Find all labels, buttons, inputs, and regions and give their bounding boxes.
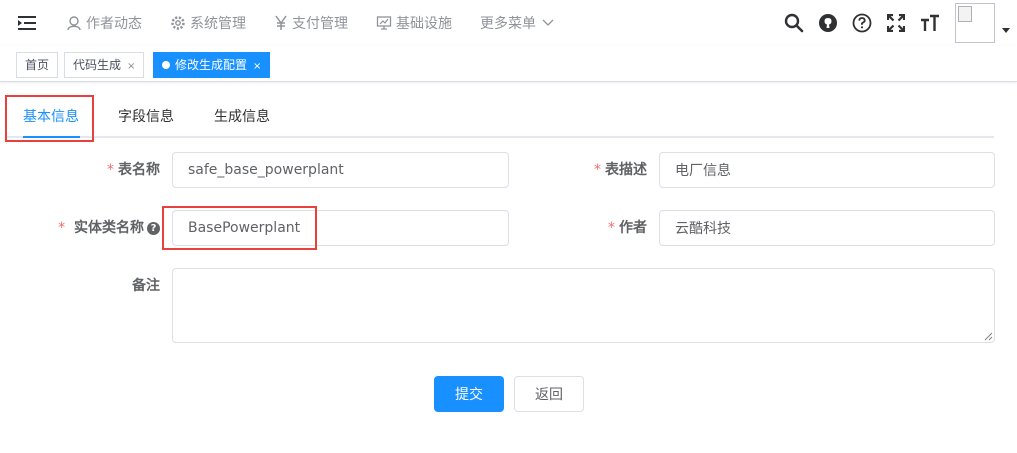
font-size-icon[interactable] <box>913 0 947 46</box>
label-text: 表名称 <box>118 162 160 178</box>
chevron-down-icon <box>542 19 554 27</box>
help-icon[interactable]: ? <box>147 222 160 235</box>
hamburger-icon[interactable] <box>12 0 42 46</box>
tag-label: 首页 <box>25 58 50 72</box>
close-icon[interactable]: × <box>127 61 135 72</box>
menu-item-system[interactable]: 系统管理 <box>156 0 260 46</box>
label-table-comment: * 表描述 <box>547 152 647 188</box>
table-name-input[interactable] <box>172 152 509 188</box>
tab-basic-info[interactable]: 基本信息 <box>23 96 79 138</box>
label-text: 实体类名称 <box>74 220 144 236</box>
table-comment-input[interactable] <box>659 152 995 188</box>
yen-icon <box>274 15 288 31</box>
menu-item-label: 更多菜单 <box>480 16 536 32</box>
tag-label: 修改生成配置 <box>175 58 248 72</box>
fullscreen-icon[interactable] <box>879 0 913 46</box>
active-dot-icon <box>162 61 170 69</box>
gear-icon <box>170 15 186 31</box>
navbar: 作者动态 系统管理 支付管理 基础设施 更多菜单 <box>0 0 1017 46</box>
required-mark: * <box>58 220 66 236</box>
label-author: * 作者 <box>547 210 647 246</box>
tabs: 基本信息 字段信息 生成信息 <box>6 96 994 138</box>
menu-item-label: 作者动态 <box>86 16 142 32</box>
author-input[interactable] <box>659 210 995 246</box>
label-text: 表描述 <box>605 162 647 178</box>
label-text: 备注 <box>132 278 160 294</box>
label-table-name: * 表名称 <box>60 152 160 188</box>
caret-down-icon[interactable] <box>995 27 1017 33</box>
label-class-name: * 实体类名称? <box>40 210 160 246</box>
menu-item-author-news[interactable]: 作者动态 <box>52 0 156 46</box>
user-icon <box>66 15 82 31</box>
top-menu: 作者动态 系统管理 支付管理 基础设施 更多菜单 <box>52 0 568 46</box>
back-button[interactable]: 返回 <box>514 376 584 412</box>
required-mark: * <box>608 220 615 236</box>
monitor-icon <box>376 15 392 31</box>
tag-code-gen[interactable]: 代码生成 × <box>64 52 145 78</box>
menu-item-label: 系统管理 <box>190 16 246 32</box>
close-icon[interactable]: × <box>253 61 261 72</box>
tags-view: 首页 代码生成 × 修改生成配置 × <box>0 46 1017 82</box>
remark-textarea[interactable] <box>172 268 995 343</box>
question-icon[interactable] <box>845 0 879 46</box>
search-icon[interactable] <box>777 0 811 46</box>
tab-field-info[interactable]: 字段信息 <box>118 96 174 138</box>
tag-edit-gen-config[interactable]: 修改生成配置 × <box>153 52 271 78</box>
tag-label: 代码生成 <box>73 58 122 72</box>
class-name-input[interactable] <box>172 210 509 246</box>
tab-active-bar <box>23 136 80 138</box>
menu-item-payment[interactable]: 支付管理 <box>260 0 362 46</box>
menu-item-more[interactable]: 更多菜单 <box>466 0 568 46</box>
right-tools <box>777 0 1017 46</box>
label-remark: 备注 <box>60 268 160 304</box>
menu-item-label: 基础设施 <box>396 16 452 32</box>
required-mark: * <box>594 162 601 178</box>
broken-image-icon <box>958 6 972 22</box>
menu-item-infrastructure[interactable]: 基础设施 <box>362 0 466 46</box>
tag-home[interactable]: 首页 <box>16 52 59 78</box>
menu-item-label: 支付管理 <box>292 16 348 32</box>
required-mark: * <box>107 162 114 178</box>
avatar[interactable] <box>955 3 995 43</box>
github-icon[interactable] <box>811 0 845 46</box>
tab-gen-info[interactable]: 生成信息 <box>214 96 270 138</box>
label-text: 作者 <box>619 220 647 236</box>
submit-button[interactable]: 提交 <box>434 376 504 412</box>
